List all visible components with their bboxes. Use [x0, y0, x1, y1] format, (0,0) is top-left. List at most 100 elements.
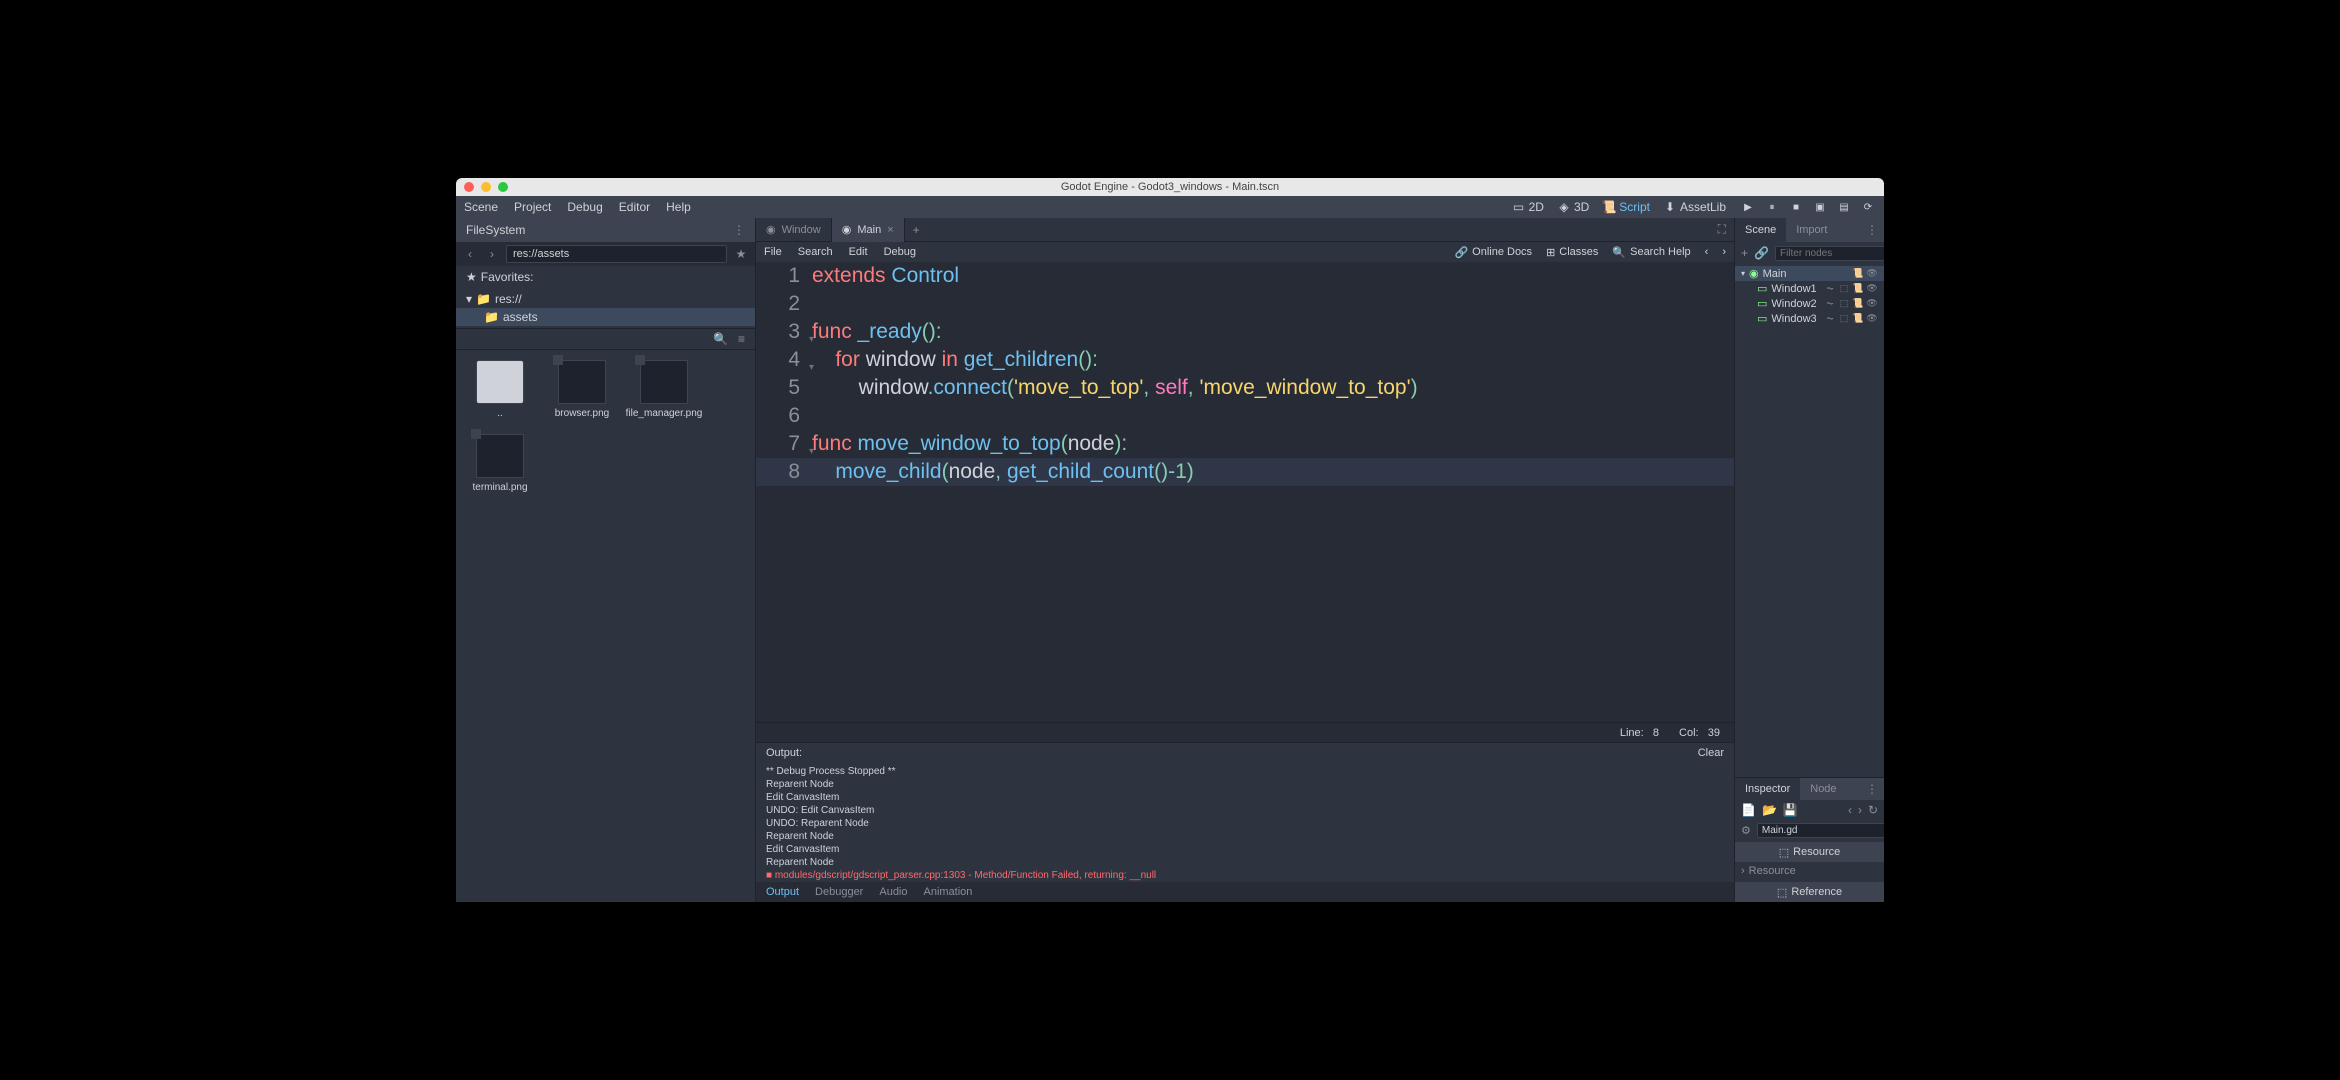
editor-menu-search[interactable]: Search	[798, 246, 833, 258]
tree-row-root[interactable]: ▾ 📁 res://	[456, 290, 755, 308]
node-window2[interactable]: ▭ Window2 ⏦⬚📜👁	[1735, 296, 1884, 311]
nav-forward-icon[interactable]: ›	[484, 246, 500, 262]
script-icon[interactable]: 📜	[1852, 298, 1864, 310]
clear-button[interactable]: Clear	[1698, 747, 1724, 759]
link-node-icon[interactable]: 🔗	[1754, 246, 1769, 260]
output-tab-debugger[interactable]: Debugger	[815, 886, 863, 898]
file-item-terminal[interactable]: terminal.png	[466, 434, 534, 494]
signal-icon[interactable]: ⏦	[1824, 313, 1836, 325]
tab-node[interactable]: Node	[1800, 778, 1846, 800]
menu-help[interactable]: Help	[666, 200, 691, 214]
tab-scene[interactable]: Scene	[1735, 218, 1786, 242]
save-resource-icon[interactable]: 💾	[1783, 803, 1798, 817]
script-attached-icon[interactable]: 📜	[1852, 268, 1864, 280]
new-resource-icon[interactable]: 📄	[1741, 803, 1756, 817]
inspector-panel: Inspector Node ⋮ 📄 📂 💾 ‹ › ↻ ⚙ 🔍	[1735, 777, 1884, 902]
script-icon[interactable]: 📜	[1852, 283, 1864, 295]
dock-menu-icon[interactable]: ⋮	[1860, 782, 1884, 796]
section-resource[interactable]: ⬚ Resource	[1735, 842, 1884, 862]
visibility-icon[interactable]: 👁	[1866, 268, 1878, 280]
play-scene-button[interactable]: ▣	[1812, 199, 1828, 215]
playback-controls: ▶ ⏸ ■ ▣ ▤ ⟳	[1740, 199, 1876, 215]
code-line[interactable]: 3▾func _ready():	[756, 318, 1734, 346]
instance-icon[interactable]: ⬚	[1838, 313, 1850, 325]
code-editor[interactable]: 1extends Control23▾func _ready():4▾ for …	[756, 262, 1734, 722]
tab-main[interactable]: ◉ Main ×	[832, 218, 905, 242]
code-line[interactable]: 2	[756, 290, 1734, 318]
minimize-window-icon[interactable]	[481, 182, 491, 192]
filter-nodes-input[interactable]	[1775, 246, 1884, 261]
visibility-icon[interactable]: 👁	[1866, 298, 1878, 310]
stop-button[interactable]: ■	[1788, 199, 1804, 215]
zoom-window-icon[interactable]	[498, 182, 508, 192]
signal-icon[interactable]: ⏦	[1824, 283, 1836, 295]
menu-editor[interactable]: Editor	[619, 200, 650, 214]
add-node-icon[interactable]: +	[1741, 246, 1748, 260]
menu-scene[interactable]: Scene	[464, 200, 498, 214]
history-forward-icon[interactable]: ›	[1858, 803, 1862, 817]
history-back-icon[interactable]: ‹	[1705, 246, 1709, 258]
search-icon[interactable]: 🔍	[713, 332, 728, 346]
workspace-2d[interactable]: ▭2D	[1513, 200, 1544, 214]
close-window-icon[interactable]	[464, 182, 474, 192]
visibility-icon[interactable]: 👁	[1866, 283, 1878, 295]
play-button[interactable]: ▶	[1740, 199, 1756, 215]
editor-menu-debug[interactable]: Debug	[884, 246, 916, 258]
history-back-icon[interactable]: ‹	[1848, 803, 1852, 817]
tab-inspector[interactable]: Inspector	[1735, 778, 1800, 800]
play-custom-button[interactable]: ▤	[1836, 199, 1852, 215]
object-name-input[interactable]	[1757, 823, 1884, 838]
history-forward-icon[interactable]: ›	[1722, 246, 1726, 258]
menu-debug[interactable]: Debug	[567, 200, 602, 214]
favorite-icon[interactable]: ★	[733, 246, 749, 262]
code-line[interactable]: 1extends Control	[756, 262, 1734, 290]
file-item-filemanager[interactable]: file_manager.png	[630, 360, 698, 420]
search-help-button[interactable]: 🔍Search Help	[1612, 246, 1690, 259]
node-label: Window1	[1771, 283, 1816, 295]
node-window1[interactable]: ▭ Window1 ⏦⬚📜👁	[1735, 281, 1884, 296]
code-line[interactable]: 5 window.connect('move_to_top', self, 'm…	[756, 374, 1734, 402]
instance-icon[interactable]: ⬚	[1838, 283, 1850, 295]
output-tab-audio[interactable]: Audio	[879, 886, 907, 898]
list-view-icon[interactable]: ≡	[738, 332, 745, 346]
pause-button[interactable]: ⏸	[1764, 199, 1780, 215]
path-input[interactable]	[506, 245, 727, 263]
output-tab-output[interactable]: Output	[766, 886, 799, 898]
workspace-3d[interactable]: ◈3D	[1558, 200, 1589, 214]
code-line[interactable]: 7▾func move_window_to_top(node):	[756, 430, 1734, 458]
classes-button[interactable]: ⊞Classes	[1546, 246, 1598, 259]
load-resource-icon[interactable]: 📂	[1762, 803, 1777, 817]
editor-menu-edit[interactable]: Edit	[849, 246, 868, 258]
add-tab-button[interactable]: +	[905, 223, 928, 237]
file-item-parent[interactable]: ..	[466, 360, 534, 420]
node-main[interactable]: ▾ ◉ Main 📜👁	[1735, 266, 1884, 281]
online-docs-button[interactable]: 🔗Online Docs	[1454, 246, 1532, 259]
code-line[interactable]: 4▾ for window in get_children():	[756, 346, 1734, 374]
refresh-icon[interactable]: ⟳	[1860, 199, 1876, 215]
section-reference[interactable]: ⬚ Reference	[1735, 882, 1884, 902]
editor-menu-file[interactable]: File	[764, 246, 782, 258]
output-tab-animation[interactable]: Animation	[924, 886, 973, 898]
history-icon[interactable]: ↻	[1868, 803, 1878, 817]
code-line[interactable]: 8 move_child(node, get_child_count()-1)	[756, 458, 1734, 486]
tab-import[interactable]: Import	[1786, 218, 1837, 242]
tab-window[interactable]: ◉ Window	[756, 218, 832, 242]
panel-menu-icon[interactable]: ⋮	[733, 223, 745, 237]
menu-project[interactable]: Project	[514, 200, 551, 214]
workspace-script[interactable]: 📜Script	[1603, 200, 1650, 214]
signal-icon[interactable]: ⏦	[1824, 298, 1836, 310]
nav-back-icon[interactable]: ‹	[462, 246, 478, 262]
script-icon[interactable]: 📜	[1852, 313, 1864, 325]
expand-icon[interactable]: ⛶	[1710, 222, 1734, 237]
tree-row-assets[interactable]: 📁 assets	[456, 308, 755, 326]
code-line[interactable]: 6	[756, 402, 1734, 430]
expand-resource[interactable]: › Resource	[1735, 862, 1884, 880]
gear-icon[interactable]: ⚙	[1741, 824, 1751, 837]
instance-icon[interactable]: ⬚	[1838, 298, 1850, 310]
workspace-assetlib[interactable]: ⬇AssetLib	[1664, 200, 1726, 214]
file-item-browser[interactable]: browser.png	[548, 360, 616, 420]
visibility-icon[interactable]: 👁	[1866, 313, 1878, 325]
close-tab-icon[interactable]: ×	[887, 224, 893, 236]
node-window3[interactable]: ▭ Window3 ⏦⬚📜👁	[1735, 311, 1884, 326]
dock-menu-icon[interactable]: ⋮	[1860, 223, 1884, 237]
